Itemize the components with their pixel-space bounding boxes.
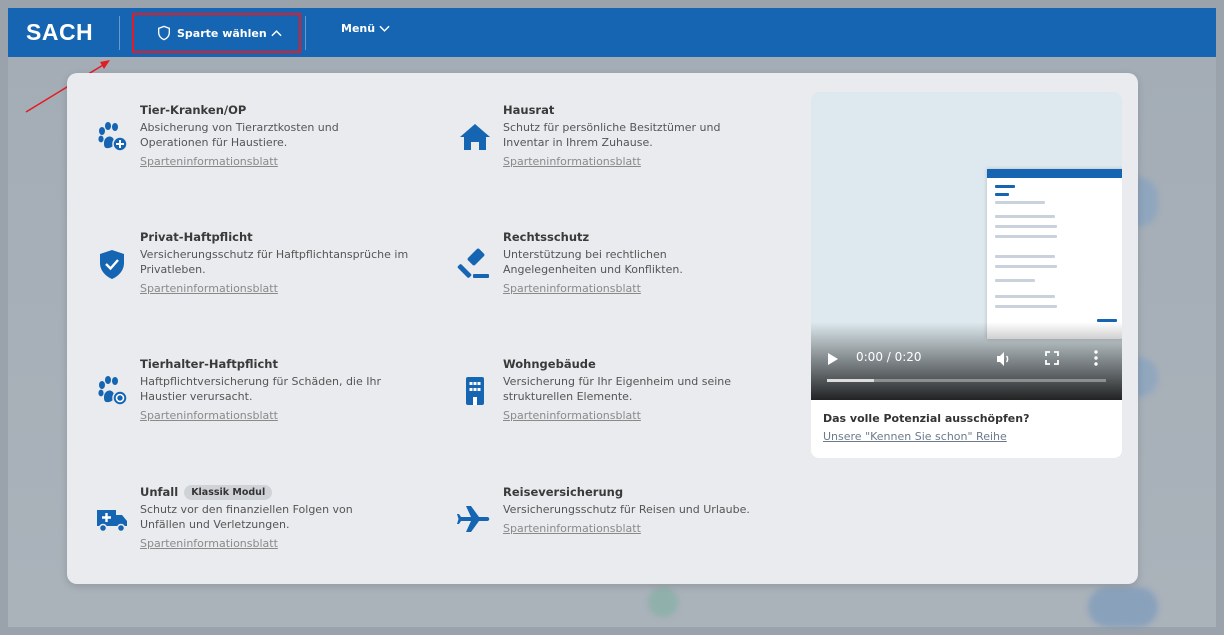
sparte-title: Hausrat — [503, 103, 555, 117]
sparte-item-privat-haftpflicht[interactable]: Privat-Haftpflicht Versicherungsschutz f… — [100, 228, 440, 296]
video-card-link[interactable]: Unsere "Kennen Sie schon" Reihe — [823, 430, 1007, 443]
paw-plus-icon — [94, 119, 130, 155]
sparte-item-reiseversicherung[interactable]: Reiseversicherung Versicherungsschutz fü… — [457, 483, 803, 536]
sparte-description: Absicherung von Tierarztkosten und Opera… — [140, 121, 339, 149]
sparte-title-text: Unfall — [140, 485, 179, 499]
sparte-description: Schutz vor den finanziellen Folgen von U… — [140, 503, 353, 531]
sparte-description: Versicherung für Ihr Eigenheim und seine… — [503, 375, 732, 403]
sparte-item-tier-kranken[interactable]: Tier-Kranken/OP Absicherung von Tierarzt… — [98, 101, 440, 169]
fullscreen-icon[interactable] — [1045, 351, 1059, 365]
sparte-item-rechtsschutz[interactable]: Rechtsschutz Unterstützung bei rechtlich… — [457, 228, 803, 296]
video-thumbnail — [987, 169, 1122, 339]
sparte-title: Reiseversicherung — [503, 485, 624, 499]
building-icon — [457, 373, 493, 409]
shield-check-icon — [94, 246, 130, 282]
sparte-waehlen-button[interactable]: Sparte wählen — [132, 13, 301, 53]
airplane-icon — [457, 501, 493, 537]
sparteninformationsblatt-link[interactable]: Sparteninformationsblatt — [503, 409, 641, 422]
sparteninformationsblatt-link[interactable]: Sparteninformationsblatt — [140, 409, 278, 422]
paw-shield-icon — [94, 373, 130, 409]
gavel-icon — [457, 246, 493, 282]
sparte-description: Versicherungsschutz für Haftpflichtanspr… — [140, 248, 409, 276]
video-controls: 0:00 / 0:20 — [811, 344, 1122, 374]
sparte-description: Schutz für persönliche Besitztümer und I… — [503, 121, 721, 149]
sparte-title: Unfall Klassik Modul — [140, 483, 440, 501]
sparte-title: Rechtsschutz — [503, 230, 590, 244]
sparte-title: Tier-Kranken/OP — [140, 103, 247, 117]
video-time: 0:00 / 0:20 — [856, 350, 922, 364]
more-options-icon[interactable] — [1093, 350, 1099, 366]
klassik-modul-badge: Klassik Modul — [184, 484, 273, 500]
sparte-item-hausrat[interactable]: Hausrat Schutz für persönliche Besitztüm… — [460, 101, 803, 169]
brand-logo[interactable]: SACH — [26, 19, 93, 46]
house-icon — [457, 119, 493, 155]
sparte-description: Haftpflichtversicherung für Schäden, die… — [140, 375, 381, 403]
nav-divider — [305, 16, 306, 50]
play-icon[interactable] — [827, 352, 839, 366]
sparteninformationsblatt-link[interactable]: Sparteninformationsblatt — [503, 522, 641, 535]
video-card: 0:00 / 0:20 Das volle Potenzial ausschöp… — [811, 92, 1122, 458]
sparte-item-tierhalter-haftpflicht[interactable]: Tierhalter-Haftpflicht Haftpflichtversic… — [98, 355, 440, 423]
sparteninformationsblatt-link[interactable]: Sparteninformationsblatt — [503, 155, 641, 168]
shield-icon — [158, 25, 170, 41]
sparteninformationsblatt-link[interactable]: Sparteninformationsblatt — [503, 282, 641, 295]
video-card-title: Das volle Potenzial ausschöpfen? — [823, 412, 1030, 425]
menu-button[interactable]: Menü — [341, 22, 390, 35]
sparteninformationsblatt-link[interactable]: Sparteninformationsblatt — [140, 282, 278, 295]
sparte-item-wohngebaeude[interactable]: Wohngebäude Versicherung für Ihr Eigenhe… — [466, 355, 803, 423]
sparte-description: Versicherungsschutz für Reisen und Urlau… — [503, 503, 750, 516]
video-progress-fill — [827, 379, 875, 382]
sparteninformationsblatt-link[interactable]: Sparteninformationsblatt — [140, 537, 278, 550]
menu-label: Menü — [341, 22, 376, 35]
chevron-down-icon — [379, 25, 390, 32]
volume-icon[interactable] — [996, 351, 1012, 367]
sparte-title: Tierhalter-Haftpflicht — [140, 357, 278, 371]
sparte-title: Privat-Haftpflicht — [140, 230, 253, 244]
sparte-item-unfall[interactable]: Unfall Klassik Modul Schutz vor den fina… — [97, 483, 440, 551]
nav-divider — [119, 16, 120, 50]
video-progress-bar[interactable] — [827, 379, 1106, 382]
sparte-waehlen-label: Sparte wählen — [177, 26, 267, 40]
chevron-up-icon — [271, 30, 282, 37]
sparte-title: Wohngebäude — [503, 357, 596, 371]
sparteninformationsblatt-link[interactable]: Sparteninformationsblatt — [140, 155, 278, 168]
sparte-description: Unterstützung bei rechtlichen Angelegenh… — [503, 248, 683, 276]
ambulance-icon — [94, 501, 130, 537]
top-navigation: SACH Sparte wählen Menü — [8, 8, 1216, 57]
